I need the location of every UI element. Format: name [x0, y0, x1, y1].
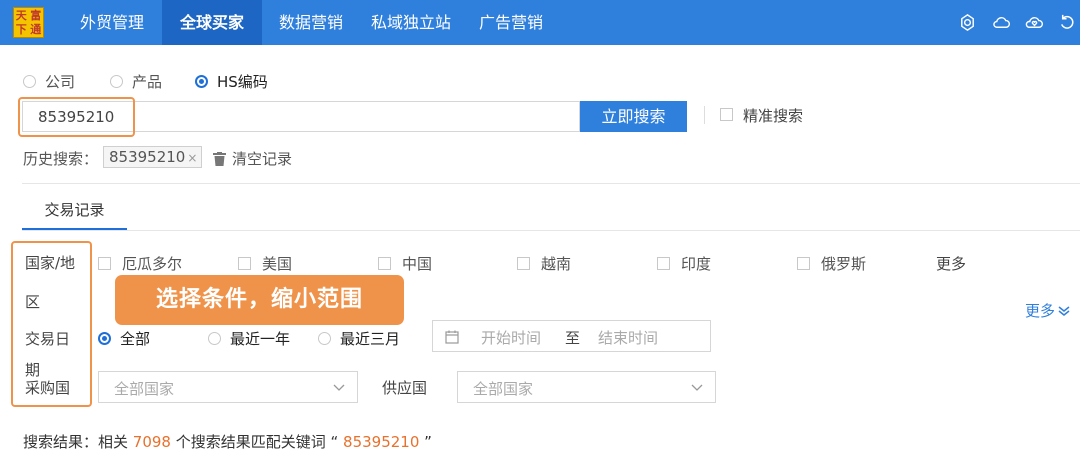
history-tag[interactable]: 85395210 ×: [103, 146, 203, 168]
chevron-down-icon: [691, 384, 703, 391]
country-more-link[interactable]: 更多: [936, 253, 966, 274]
date-label-line2: 期: [25, 361, 41, 379]
more-filters-label: 更多: [1025, 302, 1056, 320]
tab-underline-divider: [22, 230, 1080, 231]
filter-labels-panel: 国家/地 区 交易日 期 采购国: [11, 241, 92, 407]
buyer-country-select[interactable]: 全部国家: [98, 371, 358, 403]
radio-circle: [110, 74, 123, 88]
divider: [22, 183, 1080, 184]
country-checkbox-vietnam[interactable]: 越南: [517, 253, 571, 274]
country-checkbox-china[interactable]: 中国: [378, 253, 432, 274]
more-filters-link[interactable]: 更多: [1025, 300, 1070, 321]
country-checkbox-ecuador[interactable]: 厄瓜多尔: [98, 253, 182, 274]
nav-item-data-marketing[interactable]: 数据营销: [261, 0, 361, 45]
radio-circle: [208, 331, 221, 345]
exact-search-checkbox[interactable]: [720, 108, 733, 121]
result-count: 7098: [132, 433, 171, 451]
radio-date-last-three-months[interactable]: 最近三月: [318, 329, 401, 348]
close-icon[interactable]: ×: [187, 151, 197, 165]
radio-circle: [23, 74, 36, 88]
search-button[interactable]: 立即搜索: [580, 101, 687, 132]
radio-label: HS编码: [217, 72, 268, 91]
cloud-heart-icon[interactable]: [1025, 13, 1044, 32]
nav-item-global-buyers[interactable]: 全球买家: [162, 0, 263, 45]
country-label: 印度: [681, 255, 712, 273]
search-result-summary: 搜索结果：相关 7098 个搜索结果匹配关键词 “ 85395210 ”: [23, 431, 432, 452]
date-label-line1: 交易日: [25, 330, 71, 348]
search-highlight-box: [18, 97, 135, 137]
radio-date-all[interactable]: 全部: [98, 329, 151, 348]
checkbox: [98, 257, 111, 270]
country-checkbox-russia[interactable]: 俄罗斯: [797, 253, 866, 274]
checkbox: [797, 257, 810, 270]
refresh-icon[interactable]: [1057, 13, 1076, 32]
country-label: 越南: [541, 255, 572, 273]
logo-char-3: 下: [15, 23, 27, 37]
radio-hs-code[interactable]: HS编码: [195, 72, 268, 91]
buyer-country-placeholder: 全部国家: [114, 380, 175, 398]
callout-banner: 选择条件，缩小范围: [115, 275, 404, 325]
history-label: 历史搜索：: [23, 150, 99, 168]
country-label: 中国: [402, 255, 433, 273]
checkbox: [378, 257, 391, 270]
nav-item-private-site[interactable]: 私域独立站: [353, 0, 469, 45]
country-label: 美国: [262, 255, 293, 273]
region-label-line1: 国家/地: [25, 254, 76, 272]
supplier-country-label: 供应国: [382, 379, 428, 397]
exact-search-label: 精准搜索: [743, 107, 804, 125]
logo-char-4: 通: [30, 23, 42, 37]
radio-product[interactable]: 产品: [110, 72, 163, 91]
clear-history-label: 清空记录: [232, 150, 293, 168]
country-label: 厄瓜多尔: [122, 255, 183, 273]
date-range-picker[interactable]: 开始时间 至 结束时间: [432, 320, 711, 352]
radio-label: 全部: [120, 329, 151, 348]
result-keyword: 85395210: [343, 433, 420, 451]
top-navbar: 天 富 下 通 外贸管理 全球买家 数据营销 私域独立站 广告营销: [0, 0, 1080, 45]
openai-icon[interactable]: [958, 13, 977, 32]
nav-item-ad-marketing[interactable]: 广告营销: [461, 0, 561, 45]
supplier-country-placeholder: 全部国家: [473, 380, 534, 398]
buyer-country-label: 采购国: [25, 379, 71, 397]
radio-label: 最近三月: [340, 329, 401, 348]
history-tag-text: 85395210: [109, 148, 186, 166]
radio-label: 公司: [45, 72, 76, 91]
region-label-line2: 区: [25, 293, 41, 311]
trash-icon: [213, 151, 226, 166]
radio-company[interactable]: 公司: [23, 72, 76, 91]
tab-transaction-records[interactable]: 交易记录: [22, 194, 127, 230]
logo-char-1: 天: [15, 8, 27, 22]
app-logo[interactable]: 天 富 下 通: [13, 7, 44, 38]
logo-char-2: 富: [30, 8, 42, 22]
clear-history-button[interactable]: 清空记录: [213, 148, 292, 169]
country-label: 俄罗斯: [821, 255, 867, 273]
cloud-icon[interactable]: [992, 13, 1011, 32]
radio-circle: [98, 331, 111, 345]
radio-label: 产品: [132, 72, 163, 91]
nav-item-trade-management[interactable]: 外贸管理: [62, 0, 162, 45]
result-prefix: 搜索结果：相关: [23, 433, 133, 451]
result-suffix: ”: [419, 433, 432, 451]
calendar-icon: [445, 330, 459, 344]
chevron-down-icon: [333, 384, 345, 391]
radio-date-last-year[interactable]: 最近一年: [208, 329, 291, 348]
checkbox: [657, 257, 670, 270]
checkbox: [517, 257, 530, 270]
country-checkbox-usa[interactable]: 美国: [238, 253, 292, 274]
date-separator: 至: [565, 329, 581, 347]
divider: [704, 106, 705, 124]
result-middle: 个搜索结果匹配关键词 “: [170, 433, 344, 451]
checkbox: [238, 257, 251, 270]
date-end-placeholder[interactable]: 结束时间: [598, 327, 658, 348]
radio-circle: [195, 74, 208, 88]
date-start-placeholder[interactable]: 开始时间: [481, 327, 541, 348]
supplier-country-select[interactable]: 全部国家: [457, 371, 716, 403]
country-checkbox-india[interactable]: 印度: [657, 253, 711, 274]
radio-circle: [318, 331, 331, 345]
radio-label: 最近一年: [230, 329, 291, 348]
double-chevron-down-icon: [1058, 305, 1070, 316]
